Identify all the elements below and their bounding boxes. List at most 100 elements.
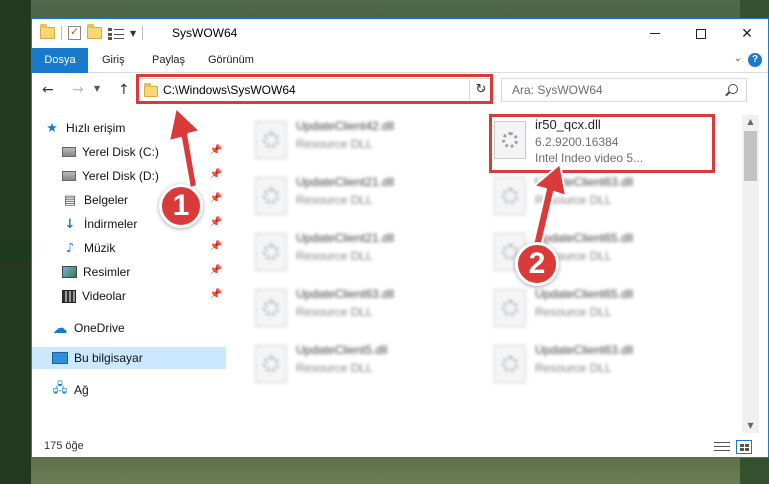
pictures-icon	[62, 266, 77, 278]
scroll-up-chevron-icon[interactable]: ▲	[742, 115, 759, 129]
sidebar-item-label: İndirmeler	[84, 217, 138, 231]
file-name: UpdateClient21.dll	[296, 231, 395, 245]
sidebar-item-videos[interactable]: Videolar 📌	[32, 285, 226, 307]
file-item[interactable]: UpdateClient63.dll Resource DLL	[489, 339, 719, 387]
file-item[interactable]: UpdateClient42.dll Resource DLL	[250, 115, 480, 163]
sidebar-item-this-pc[interactable]: Bu bilgisayar	[32, 347, 226, 369]
network-icon: 🖧	[52, 381, 68, 396]
file-type: Resource DLL	[296, 305, 373, 319]
file-item[interactable]: UpdateClient65.dll Resource DLL	[489, 283, 719, 331]
star-icon: ★	[46, 120, 58, 136]
file-type: Resource DLL	[535, 193, 612, 207]
file-type: Resource DLL	[535, 361, 612, 375]
back-button[interactable]: ←	[42, 82, 54, 98]
up-button[interactable]: ↑	[118, 82, 130, 98]
sidebar-item-label: Hızlı erişim	[66, 121, 126, 135]
separator	[142, 26, 144, 40]
scrollbar-thumb[interactable]	[744, 131, 757, 181]
properties-icon[interactable]	[68, 25, 81, 40]
sidebar-item-quick-access[interactable]: ★ Hızlı erişim	[32, 117, 226, 139]
pin-icon: 📌	[209, 289, 222, 300]
title-bar[interactable]: ▼ SysWOW64 ✕	[32, 19, 768, 48]
large-icons-view-icon[interactable]	[736, 440, 752, 454]
downloads-icon: ↓	[64, 216, 76, 232]
file-item[interactable]: UpdateClient5.dll Resource DLL	[250, 339, 480, 387]
sidebar-item-label: Bu bilgisayar	[74, 351, 143, 365]
dll-file-icon	[494, 345, 526, 383]
file-name: UpdateClient42.dll	[296, 119, 395, 133]
file-item[interactable]: UpdateClient21.dll Resource DLL	[250, 171, 480, 219]
new-folder-icon[interactable]	[87, 24, 102, 39]
callout-2: 2	[515, 242, 559, 286]
file-type: Resource DLL	[296, 193, 373, 207]
maximize-icon	[696, 28, 706, 39]
help-icon[interactable]: ?	[748, 53, 762, 67]
maximize-button[interactable]	[678, 19, 724, 48]
tab-file[interactable]: Dosya	[32, 48, 88, 73]
pin-icon: 📌	[209, 265, 222, 276]
navigation-bar: ← → ▼ ↑ C:\Windows\SysWOW64 ⌄ ↻ Ara: Sys…	[32, 74, 768, 108]
documents-icon: ▤	[63, 192, 77, 208]
tab-home[interactable]: Giriş	[92, 48, 135, 73]
status-bar: 175 öğe	[32, 435, 768, 457]
quick-access-toolbar: ▼	[40, 24, 144, 41]
search-icon[interactable]	[728, 84, 738, 94]
file-name: UpdateClient63.dll	[296, 287, 395, 301]
sidebar-item-pictures[interactable]: Resimler 📌	[32, 261, 226, 283]
address-highlight-box	[136, 74, 493, 104]
file-name: UpdateClient63.dll	[535, 175, 634, 189]
folder-icon	[40, 24, 55, 39]
music-icon: ♪	[65, 240, 75, 256]
pin-icon: 📌	[209, 217, 222, 228]
tab-view[interactable]: Görünüm	[198, 48, 264, 73]
sidebar-item-label: Resimler	[83, 265, 131, 279]
file-name: UpdateClient21.dll	[296, 175, 395, 189]
file-item[interactable]: UpdateClient63.dll Resource DLL	[250, 283, 480, 331]
dll-file-icon	[494, 289, 526, 327]
file-name: UpdateClient65.dll	[535, 287, 634, 301]
sidebar-item-network[interactable]: 🖧 Ağ	[32, 379, 226, 401]
file-item[interactable]: UpdateClient63.dll Resource DLL	[489, 171, 719, 219]
sidebar-item-music[interactable]: ♪ Müzik 📌	[32, 237, 226, 259]
recent-locations-chevron-icon[interactable]: ▼	[94, 84, 100, 93]
file-item[interactable]: UpdateClient21.dll Resource DLL	[250, 227, 480, 275]
dll-file-icon	[255, 177, 287, 215]
close-icon: ✕	[741, 25, 753, 42]
view-options-icon[interactable]	[108, 26, 124, 40]
drive-icon	[62, 171, 76, 181]
pin-icon: 📌	[209, 241, 222, 252]
sidebar-item-label: Müzik	[84, 241, 116, 255]
window-title: SysWOW64	[172, 26, 238, 40]
scroll-down-chevron-icon[interactable]: ▼	[742, 419, 759, 433]
customize-toolbar-chevron-icon[interactable]: ▼	[130, 29, 136, 38]
videos-icon	[62, 289, 76, 303]
tab-share[interactable]: Paylaş	[142, 48, 195, 73]
sidebar-item-label: Yerel Disk (D:)	[82, 169, 159, 183]
cloud-icon: ☁	[52, 319, 68, 337]
pin-icon: 📌	[209, 193, 222, 204]
expand-ribbon-chevron-icon[interactable]: ⌄	[734, 53, 742, 64]
minimize-button[interactable]	[632, 19, 678, 48]
sidebar-item-label: Ağ	[74, 383, 89, 397]
file-type: Resource DLL	[296, 249, 373, 263]
sidebar-item-onedrive[interactable]: ☁ OneDrive	[32, 317, 226, 339]
pin-icon: 📌	[209, 145, 222, 156]
pin-icon: 📌	[209, 169, 222, 180]
search-input[interactable]: Ara: SysWOW64	[501, 78, 747, 102]
sidebar-item-label: Belgeler	[84, 193, 129, 207]
sidebar-item-drive-d[interactable]: Yerel Disk (D:) 📌	[32, 165, 226, 187]
forward-button[interactable]: →	[72, 82, 84, 98]
callout-1: 1	[159, 184, 203, 228]
file-type: Resource DLL	[296, 137, 373, 151]
close-button[interactable]: ✕	[724, 19, 768, 48]
file-name: UpdateClient63.dll	[535, 343, 634, 357]
dll-file-icon	[255, 345, 287, 383]
search-placeholder: Ara: SysWOW64	[512, 83, 603, 97]
details-view-icon[interactable]	[714, 441, 730, 453]
item-count: 175 öğe	[44, 440, 84, 452]
sidebar-item-label: Yerel Disk (C:)	[82, 145, 159, 159]
sidebar-item-label: OneDrive	[74, 321, 125, 335]
vertical-scrollbar[interactable]: ▲ ▼	[742, 115, 759, 433]
dll-file-icon	[255, 121, 287, 159]
sidebar-item-drive-c[interactable]: Yerel Disk (C:) 📌	[32, 141, 226, 163]
